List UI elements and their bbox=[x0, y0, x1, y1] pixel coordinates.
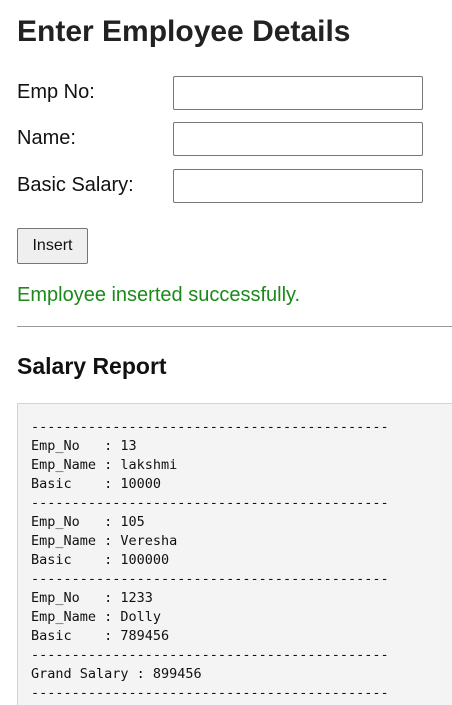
emp-no-label: Emp No: bbox=[17, 81, 95, 103]
report-line: Emp_Name : Veresha bbox=[31, 533, 178, 549]
name-input[interactable] bbox=[173, 122, 423, 156]
name-label: Name: bbox=[17, 127, 76, 149]
report-separator-line: ----------------------------------------… bbox=[31, 419, 389, 435]
report-line: Grand Salary : 899456 bbox=[31, 666, 202, 682]
report-line: Basic : 10000 bbox=[31, 476, 162, 492]
report-lines: ----------------------------------------… bbox=[31, 418, 389, 703]
report-line: Emp_Name : Dolly bbox=[31, 609, 162, 625]
basic-salary-label: Basic Salary: bbox=[17, 174, 134, 196]
basic-salary-row: Basic Salary: bbox=[17, 169, 437, 203]
report-separator-line: ----------------------------------------… bbox=[31, 685, 389, 701]
insert-button[interactable]: Insert bbox=[17, 228, 88, 264]
report-line: Emp_No : 105 bbox=[31, 514, 145, 530]
success-message: Employee inserted successfully. bbox=[17, 284, 301, 306]
report-separator-line: ----------------------------------------… bbox=[31, 647, 389, 663]
report-separator-line: ----------------------------------------… bbox=[31, 495, 389, 511]
emp-no-input[interactable] bbox=[173, 76, 423, 110]
report-line: Emp_No : 13 bbox=[31, 438, 137, 454]
report-line: Basic : 789456 bbox=[31, 628, 170, 644]
report-title: Salary Report bbox=[17, 353, 167, 379]
report-line: Emp_Name : lakshmi bbox=[31, 457, 178, 473]
salary-report-box: ----------------------------------------… bbox=[17, 403, 452, 705]
name-row: Name: bbox=[17, 122, 437, 156]
section-divider bbox=[17, 326, 452, 327]
emp-no-row: Emp No: bbox=[17, 76, 437, 110]
report-line: Emp_No : 1233 bbox=[31, 590, 153, 606]
basic-salary-input[interactable] bbox=[173, 169, 423, 203]
page-title: Enter Employee Details bbox=[17, 15, 351, 48]
report-separator-line: ----------------------------------------… bbox=[31, 571, 389, 587]
report-line: Basic : 100000 bbox=[31, 552, 170, 568]
